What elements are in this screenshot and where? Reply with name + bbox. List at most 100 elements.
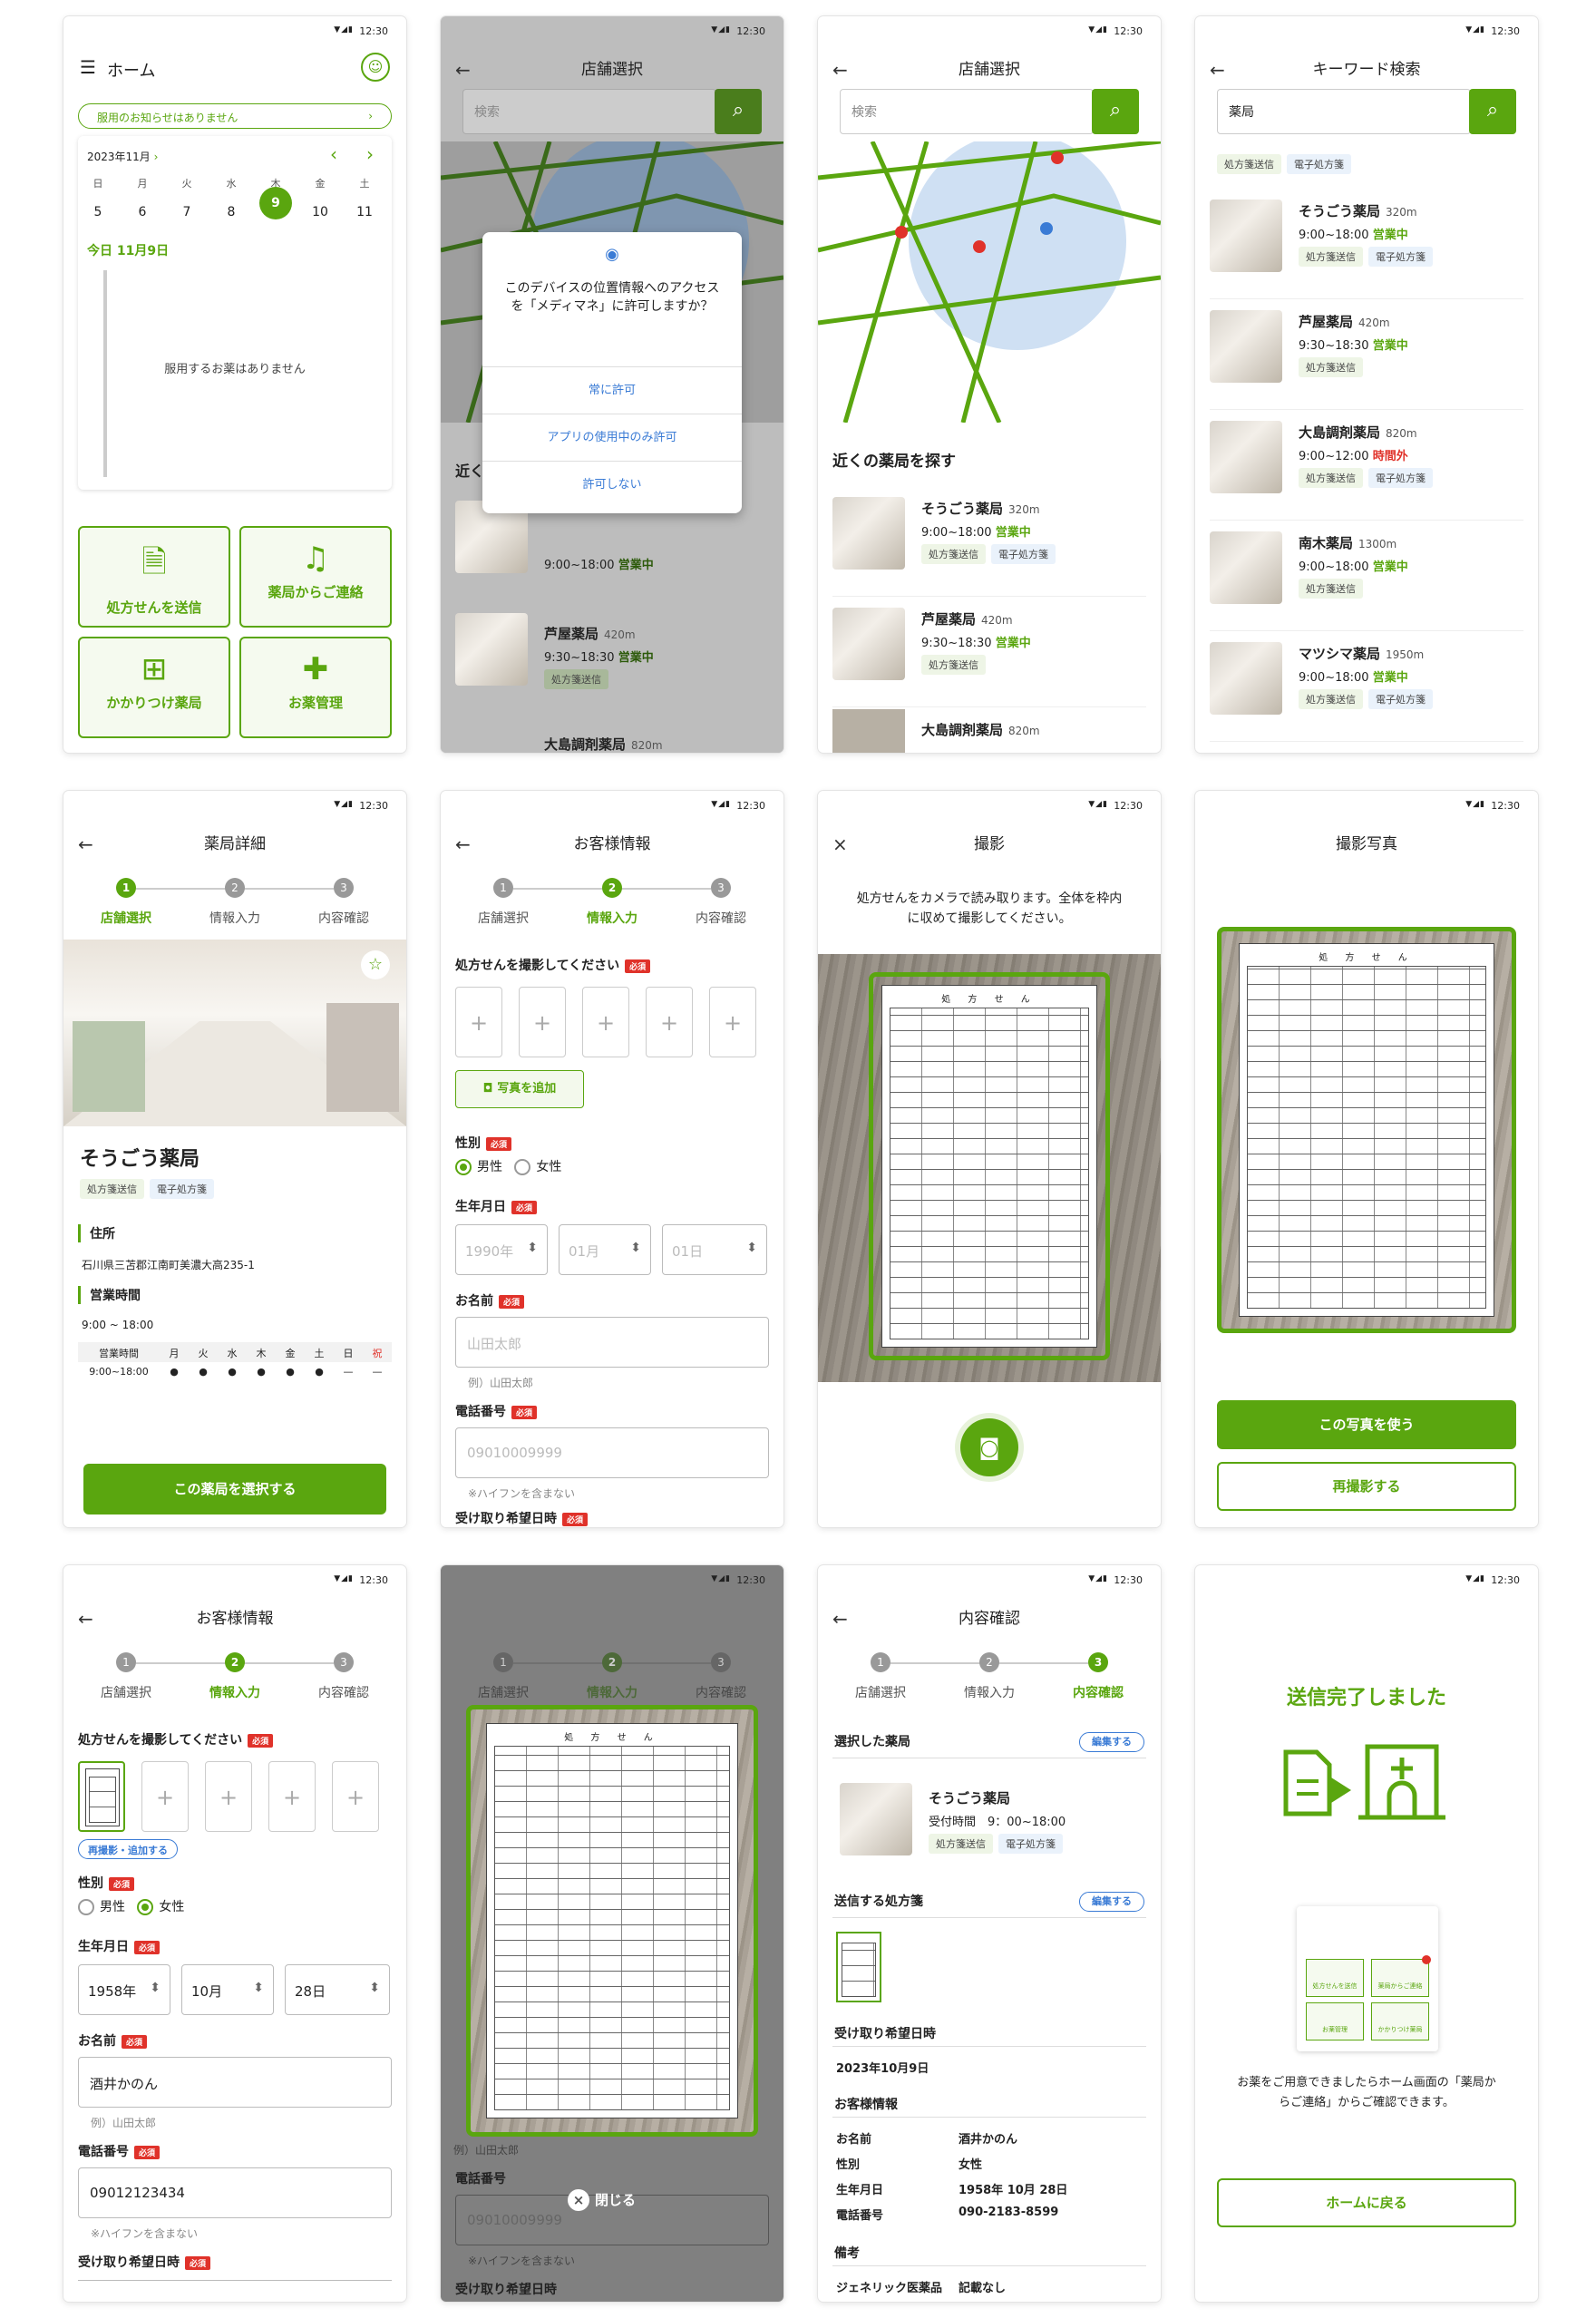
photo-thumbnail[interactable] bbox=[78, 1761, 125, 1832]
select-pharmacy-button[interactable]: この薬局を選択する bbox=[83, 1464, 386, 1514]
deny-button[interactable]: 許可しない bbox=[482, 461, 742, 508]
day-cell[interactable]: 8 bbox=[215, 196, 248, 229]
close-overlay-button[interactable]: × 閉じる bbox=[568, 2189, 636, 2211]
female-radio[interactable] bbox=[514, 1159, 531, 1175]
today-label: 今日 11月9日 bbox=[87, 244, 170, 258]
phone-field[interactable]: 09012123434 bbox=[78, 2167, 392, 2218]
medicine-tile[interactable]: ✚ お薬管理 bbox=[239, 637, 392, 738]
day-cell[interactable]: 11 bbox=[348, 196, 381, 229]
year-select[interactable]: 1990年 bbox=[455, 1224, 548, 1275]
info-value: 記載なし bbox=[959, 2282, 1007, 2295]
add-photo-slot[interactable]: + bbox=[332, 1761, 379, 1832]
month-select[interactable]: 01月 bbox=[559, 1224, 651, 1275]
shop-photo bbox=[832, 497, 905, 570]
name-hint: 例）山田太郎 bbox=[453, 2144, 520, 2157]
pin-icon[interactable] bbox=[973, 240, 986, 253]
phone-field[interactable]: 09010009999 bbox=[455, 1427, 769, 1478]
shop-row[interactable]: 南木薬局 1300m 9:00~18:00 営業中 処方箋送信 bbox=[1210, 522, 1523, 631]
day-cell[interactable]: 7 bbox=[170, 196, 203, 229]
complete-title: 送信完了しました bbox=[1286, 1687, 1446, 1709]
edit-shop-button[interactable]: 編集する bbox=[1079, 1732, 1144, 1752]
edit-rx-button[interactable]: 編集する bbox=[1079, 1892, 1144, 1912]
retake-button[interactable]: 再撮影する bbox=[1217, 1462, 1516, 1511]
filter-e-rx[interactable]: 電子処方箋 bbox=[1287, 154, 1351, 174]
retake-add-button[interactable]: 再撮影・追加する bbox=[78, 1839, 178, 1859]
add-photo-slot[interactable]: + bbox=[141, 1761, 189, 1832]
add-photo-slot[interactable]: + bbox=[519, 987, 566, 1057]
female-radio[interactable] bbox=[137, 1899, 154, 1915]
shop-row[interactable]: マツシマ薬局 1950m 9:00~18:00 営業中 処方箋送信 電子処方箋 bbox=[1210, 633, 1523, 742]
search-input[interactable]: 検索 bbox=[840, 89, 1094, 134]
add-photo-slot[interactable]: + bbox=[268, 1761, 316, 1832]
status-time: 12:30 bbox=[736, 1574, 765, 1586]
required-badge: 必須 bbox=[185, 2255, 211, 2270]
captured-photo-screen: ▼◢▮ 12:30 撮影写真 処 方 せ ん この写真を使う 再撮影する bbox=[1195, 791, 1538, 1527]
mini-tile: 薬局からご連絡 bbox=[1371, 1959, 1429, 1997]
male-radio[interactable] bbox=[455, 1159, 472, 1175]
add-photo-slot[interactable]: + bbox=[646, 987, 693, 1057]
allow-always-button[interactable]: 常に許可 bbox=[482, 366, 742, 414]
page-title: 店舗選択 bbox=[959, 61, 1020, 79]
calendar-month[interactable]: 2023年11月 › bbox=[87, 149, 158, 164]
day-select[interactable]: 01日 bbox=[662, 1224, 767, 1275]
rx-label: 処方せんを撮影してください bbox=[455, 959, 620, 973]
add-photo-slot[interactable]: + bbox=[582, 987, 629, 1057]
name-field[interactable]: 酒井かのん bbox=[78, 2057, 392, 2108]
send-rx-tile[interactable]: 🗎 処方せんを送信 bbox=[78, 526, 230, 628]
use-photo-button[interactable]: この写真を使う bbox=[1217, 1400, 1516, 1449]
family-pharmacy-tile[interactable]: ⊞ かかりつけ薬局 bbox=[78, 637, 230, 738]
status-bar: ▼◢▮ 12:30 bbox=[63, 16, 406, 44]
notice-bar[interactable]: 服用のお知らせはありません › bbox=[78, 103, 392, 129]
shop-row[interactable]: 大島調剤薬局 820m 9:00~12:00 時間外 処方箋送信 電子処方箋 bbox=[1210, 412, 1523, 521]
prescription-image: 処 方 せ ん bbox=[486, 1723, 738, 2118]
menu-icon[interactable]: ☰ bbox=[80, 56, 96, 78]
gender-label: 性別 bbox=[455, 1136, 481, 1151]
home-preview-card: 処方せんを送信 薬局からご連絡 お薬管理 かかりつけ薬局 bbox=[1297, 1906, 1438, 2051]
prev-week-icon[interactable]: ‹ bbox=[330, 143, 337, 165]
add-photo-slot[interactable]: + bbox=[455, 987, 502, 1057]
day-cell[interactable]: 5 bbox=[82, 196, 114, 229]
male-radio[interactable] bbox=[78, 1899, 94, 1915]
mini-tile: 処方せんを送信 bbox=[1306, 1959, 1364, 1997]
add-photo-slot[interactable]: + bbox=[205, 1761, 252, 1832]
filter-rx-send[interactable]: 処方箋送信 bbox=[1217, 154, 1281, 174]
allow-while-using-button[interactable]: アプリの使用中のみ許可 bbox=[482, 414, 742, 461]
dob-label: 生年月日 bbox=[455, 1200, 506, 1214]
selected-day[interactable]: 9 bbox=[259, 187, 292, 219]
day-cell[interactable]: 10 bbox=[304, 196, 336, 229]
back-home-button[interactable]: ホームに戻る bbox=[1217, 2178, 1516, 2227]
pin-icon[interactable] bbox=[1051, 151, 1064, 164]
favorite-star-icon[interactable]: ☆ bbox=[361, 950, 390, 979]
page-title: ホーム bbox=[107, 62, 156, 81]
step-label: 情報入力 bbox=[587, 911, 637, 926]
rx-thumbnail[interactable] bbox=[836, 1932, 881, 2002]
search-input[interactable]: 薬局 bbox=[1217, 89, 1471, 134]
add-photo-slot[interactable]: + bbox=[709, 987, 756, 1057]
phone-label: 電話番号 bbox=[78, 2145, 129, 2159]
selected-shop-label: 選択した薬局 bbox=[834, 1735, 910, 1749]
shop-row[interactable]: そうごう薬局 320m 9:00~18:00 営業中 処方箋送信 電子処方箋 bbox=[1210, 190, 1523, 299]
day-select[interactable]: 28日 bbox=[285, 1964, 390, 2015]
name-field[interactable]: 山田太郎 bbox=[455, 1317, 769, 1368]
search-icon[interactable]: ⌕ bbox=[1469, 89, 1516, 134]
profile-icon[interactable]: ☺ bbox=[361, 53, 390, 82]
shutter-camera-icon[interactable]: ◙ bbox=[960, 1418, 1018, 1476]
day-cell[interactable]: 6 bbox=[126, 196, 159, 229]
shop-row[interactable]: そうごう薬局 320m 9:00~18:00 営業中 処方箋送信 電子処方箋 bbox=[832, 488, 1146, 597]
tile-label: 薬局からご連絡 bbox=[268, 584, 364, 600]
step-label: 店舗選択 bbox=[101, 1686, 151, 1700]
search-input[interactable]: 検索 bbox=[462, 89, 716, 134]
camera-screen: ▼◢▮ 12:30 × 撮影 処方せんをカメラで読み取ります。全体を枠内に収めて撮… bbox=[818, 791, 1161, 1527]
pin-icon[interactable] bbox=[895, 226, 908, 239]
year-select[interactable]: 1958年 bbox=[78, 1964, 170, 2015]
search-icon[interactable]: ⌕ bbox=[715, 89, 762, 134]
pickup-field[interactable] bbox=[78, 2280, 392, 2302]
next-week-icon[interactable]: › bbox=[366, 143, 374, 165]
shop-row[interactable]: 芦屋薬局 420m 9:30~18:30 営業中 処方箋送信 bbox=[1210, 301, 1523, 410]
shop-row[interactable]: 芦屋薬局 420m 9:30~18:30 営業中 処方箋送信 bbox=[832, 599, 1146, 707]
map[interactable] bbox=[818, 141, 1161, 423]
add-photo-button[interactable]: ◘ 写真を追加 bbox=[455, 1070, 584, 1108]
month-select[interactable]: 10月 bbox=[181, 1964, 274, 2015]
pharmacy-contact-tile[interactable]: ♫ 薬局からご連絡 bbox=[239, 526, 392, 628]
search-icon[interactable]: ⌕ bbox=[1092, 89, 1139, 134]
